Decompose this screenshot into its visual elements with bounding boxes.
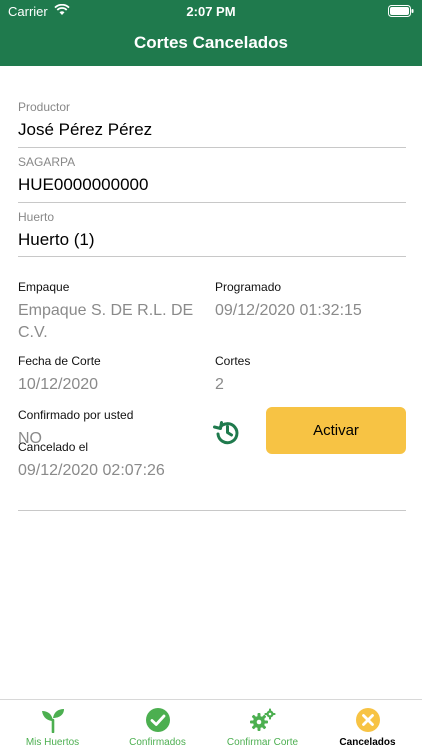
check-circle-icon [146, 708, 170, 732]
productor-label: Productor [18, 100, 71, 114]
gears-icon [250, 708, 276, 731]
empaque-value: Empaque S. DE R.L. DE C.V. [18, 302, 194, 341]
tab-mis-huertos[interactable]: Mis Huertos [0, 700, 105, 750]
cancelado-label: Cancelado el [18, 440, 89, 454]
activate-button[interactable]: Activar [266, 407, 406, 454]
empaque-label: Empaque [18, 280, 70, 294]
programado-info: Programado 09/12/2020 01:32:15 [215, 280, 410, 322]
fecha-corte-info: Fecha de Corte 10/12/2020 [18, 354, 198, 396]
sagarpa-field[interactable]: SAGARPA HUE0000000000 [18, 155, 406, 195]
tab-mis-huertos-label: Mis Huertos [25, 737, 80, 748]
sagarpa-value: HUE0000000000 [18, 175, 149, 194]
productor-value: José Pérez Pérez [18, 120, 153, 139]
battery-icon [388, 5, 414, 17]
sprout-icon [42, 709, 64, 733]
tab-cancelados[interactable]: Cancelados [315, 700, 420, 750]
huerto-label: Huerto [18, 210, 55, 224]
tab-confirmados[interactable]: Confirmados [105, 700, 210, 750]
details-divider [18, 510, 406, 511]
huerto-field[interactable]: Huerto Huerto (1) [18, 210, 406, 250]
cortes-info: Cortes 2 [215, 354, 395, 396]
confirmado-label: Confirmado por usted [18, 408, 134, 422]
page-title: Cortes Cancelados [134, 33, 288, 52]
empaque-info: Empaque Empaque S. DE R.L. DE C.V. [18, 280, 198, 344]
tab-confirmar-corte-label: Confirmar Corte [226, 737, 299, 748]
programado-value: 09/12/2020 01:32:15 [215, 302, 362, 319]
history-icon[interactable] [213, 418, 241, 446]
huerto-value: Huerto (1) [18, 230, 95, 249]
sagarpa-label: SAGARPA [18, 155, 76, 169]
cancelado-value: 09/12/2020 02:07:26 [18, 462, 165, 479]
fecha-corte-value: 10/12/2020 [18, 376, 99, 393]
huerto-divider [18, 256, 406, 257]
tab-confirmados-label: Confirmados [129, 737, 186, 748]
fecha-corte-label: Fecha de Corte [18, 354, 101, 368]
sagarpa-divider [18, 202, 406, 203]
tab-bar: Mis Huertos Confirmados Confirmar Corte [0, 699, 422, 750]
programado-label: Programado [215, 280, 282, 294]
x-circle-icon [356, 708, 380, 732]
status-bar: Carrier 2:07 PM [0, 0, 422, 22]
cortes-value: 2 [215, 376, 224, 393]
tab-cancelados-label: Cancelados [339, 737, 396, 748]
status-time: 2:07 PM [186, 4, 236, 19]
tab-confirmar-corte[interactable]: Confirmar Corte [210, 700, 315, 750]
navigation-header: Carrier 2:07 PM Cortes Cancelados [0, 0, 422, 66]
productor-field[interactable]: Productor José Pérez Pérez [18, 100, 406, 140]
cancelado-info: Cancelado el 09/12/2020 02:07:26 [18, 440, 218, 482]
productor-divider [18, 147, 406, 148]
cortes-label: Cortes [215, 354, 251, 368]
